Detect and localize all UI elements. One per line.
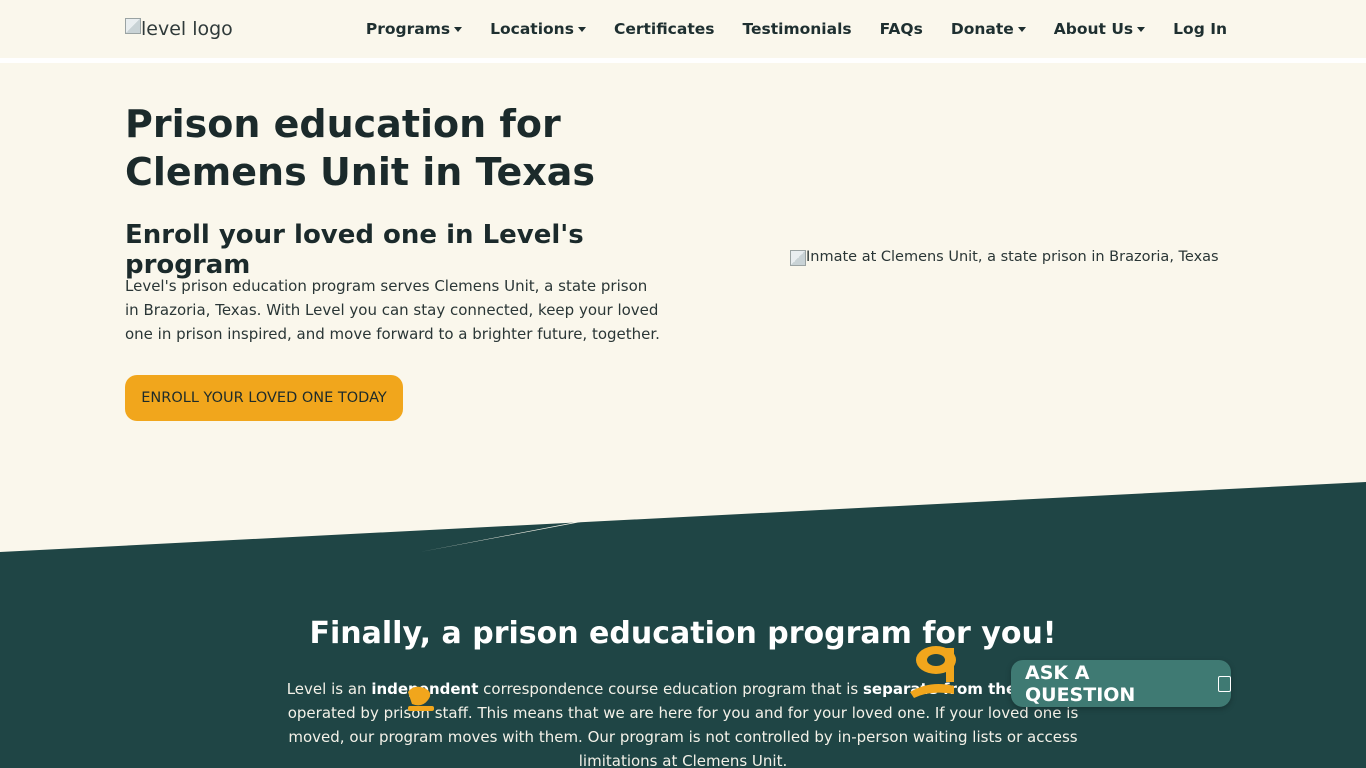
decorative-glyph bbox=[910, 646, 956, 698]
main-nav: Programs Locations Certificates Testimon… bbox=[366, 20, 1227, 38]
hero-description: Level's prison education program serves … bbox=[125, 277, 660, 343]
nav-item-faqs[interactable]: FAQs bbox=[880, 20, 923, 38]
nav-label: Programs bbox=[365, 20, 451, 38]
site-header: level logo Programs Locations Certificat… bbox=[0, 0, 1366, 63]
caret-down-icon bbox=[577, 26, 586, 32]
nav-label: Locations bbox=[490, 20, 574, 38]
nav-item-testimonials[interactable]: Testimonials bbox=[742, 20, 851, 38]
nav-label: Testimonials bbox=[742, 20, 852, 38]
section-title: Finally, a prison education program for … bbox=[309, 616, 1057, 651]
section-text-part: correspondence course education program … bbox=[478, 680, 863, 698]
nav-label: About Us bbox=[1053, 20, 1134, 38]
nav-label: Log In bbox=[1173, 20, 1227, 38]
nav-item-locations[interactable]: Locations bbox=[490, 20, 586, 38]
caret-down-icon bbox=[454, 26, 463, 32]
hero-image: Inmate at Clemens Unit, a state prison i… bbox=[790, 249, 1219, 266]
nav-label: Certificates bbox=[613, 20, 715, 38]
ask-button-label: ASK A QUESTION bbox=[1025, 661, 1136, 706]
caret-down-icon bbox=[1017, 26, 1026, 32]
decorative-glyph bbox=[408, 686, 434, 711]
caret-down-icon bbox=[1137, 26, 1146, 32]
nav-label: FAQs bbox=[879, 20, 923, 38]
nav-item-about-us[interactable]: About Us bbox=[1053, 20, 1146, 38]
broken-image-icon bbox=[125, 18, 141, 34]
section-text: Level is an independent correspondence c… bbox=[266, 677, 1100, 768]
nav-label: Donate bbox=[950, 20, 1014, 38]
nav-item-certificates[interactable]: Certificates bbox=[614, 20, 715, 38]
chat-icon bbox=[1218, 675, 1231, 692]
enroll-button[interactable]: ENROLL YOUR LOVED ONE TODAY bbox=[125, 375, 403, 421]
section-text-part: Level is an bbox=[286, 680, 372, 698]
ask-a-question-button[interactable]: ASK A QUESTION bbox=[1011, 660, 1231, 707]
hero-subtitle: Enroll your loved one in Level's program bbox=[125, 220, 584, 280]
hero-image-alt-text: Inmate at Clemens Unit, a state prison i… bbox=[806, 249, 1219, 265]
broken-image-icon bbox=[790, 250, 806, 266]
nav-item-programs[interactable]: Programs bbox=[365, 20, 463, 38]
logo-alt-text: level logo bbox=[141, 18, 233, 40]
nav-item-log-in[interactable]: Log In bbox=[1173, 20, 1227, 38]
nav-item-donate[interactable]: Donate bbox=[951, 20, 1026, 38]
level-logo[interactable]: level logo bbox=[125, 18, 233, 40]
page-title: Prison education for Clemens Unit in Tex… bbox=[125, 102, 596, 194]
